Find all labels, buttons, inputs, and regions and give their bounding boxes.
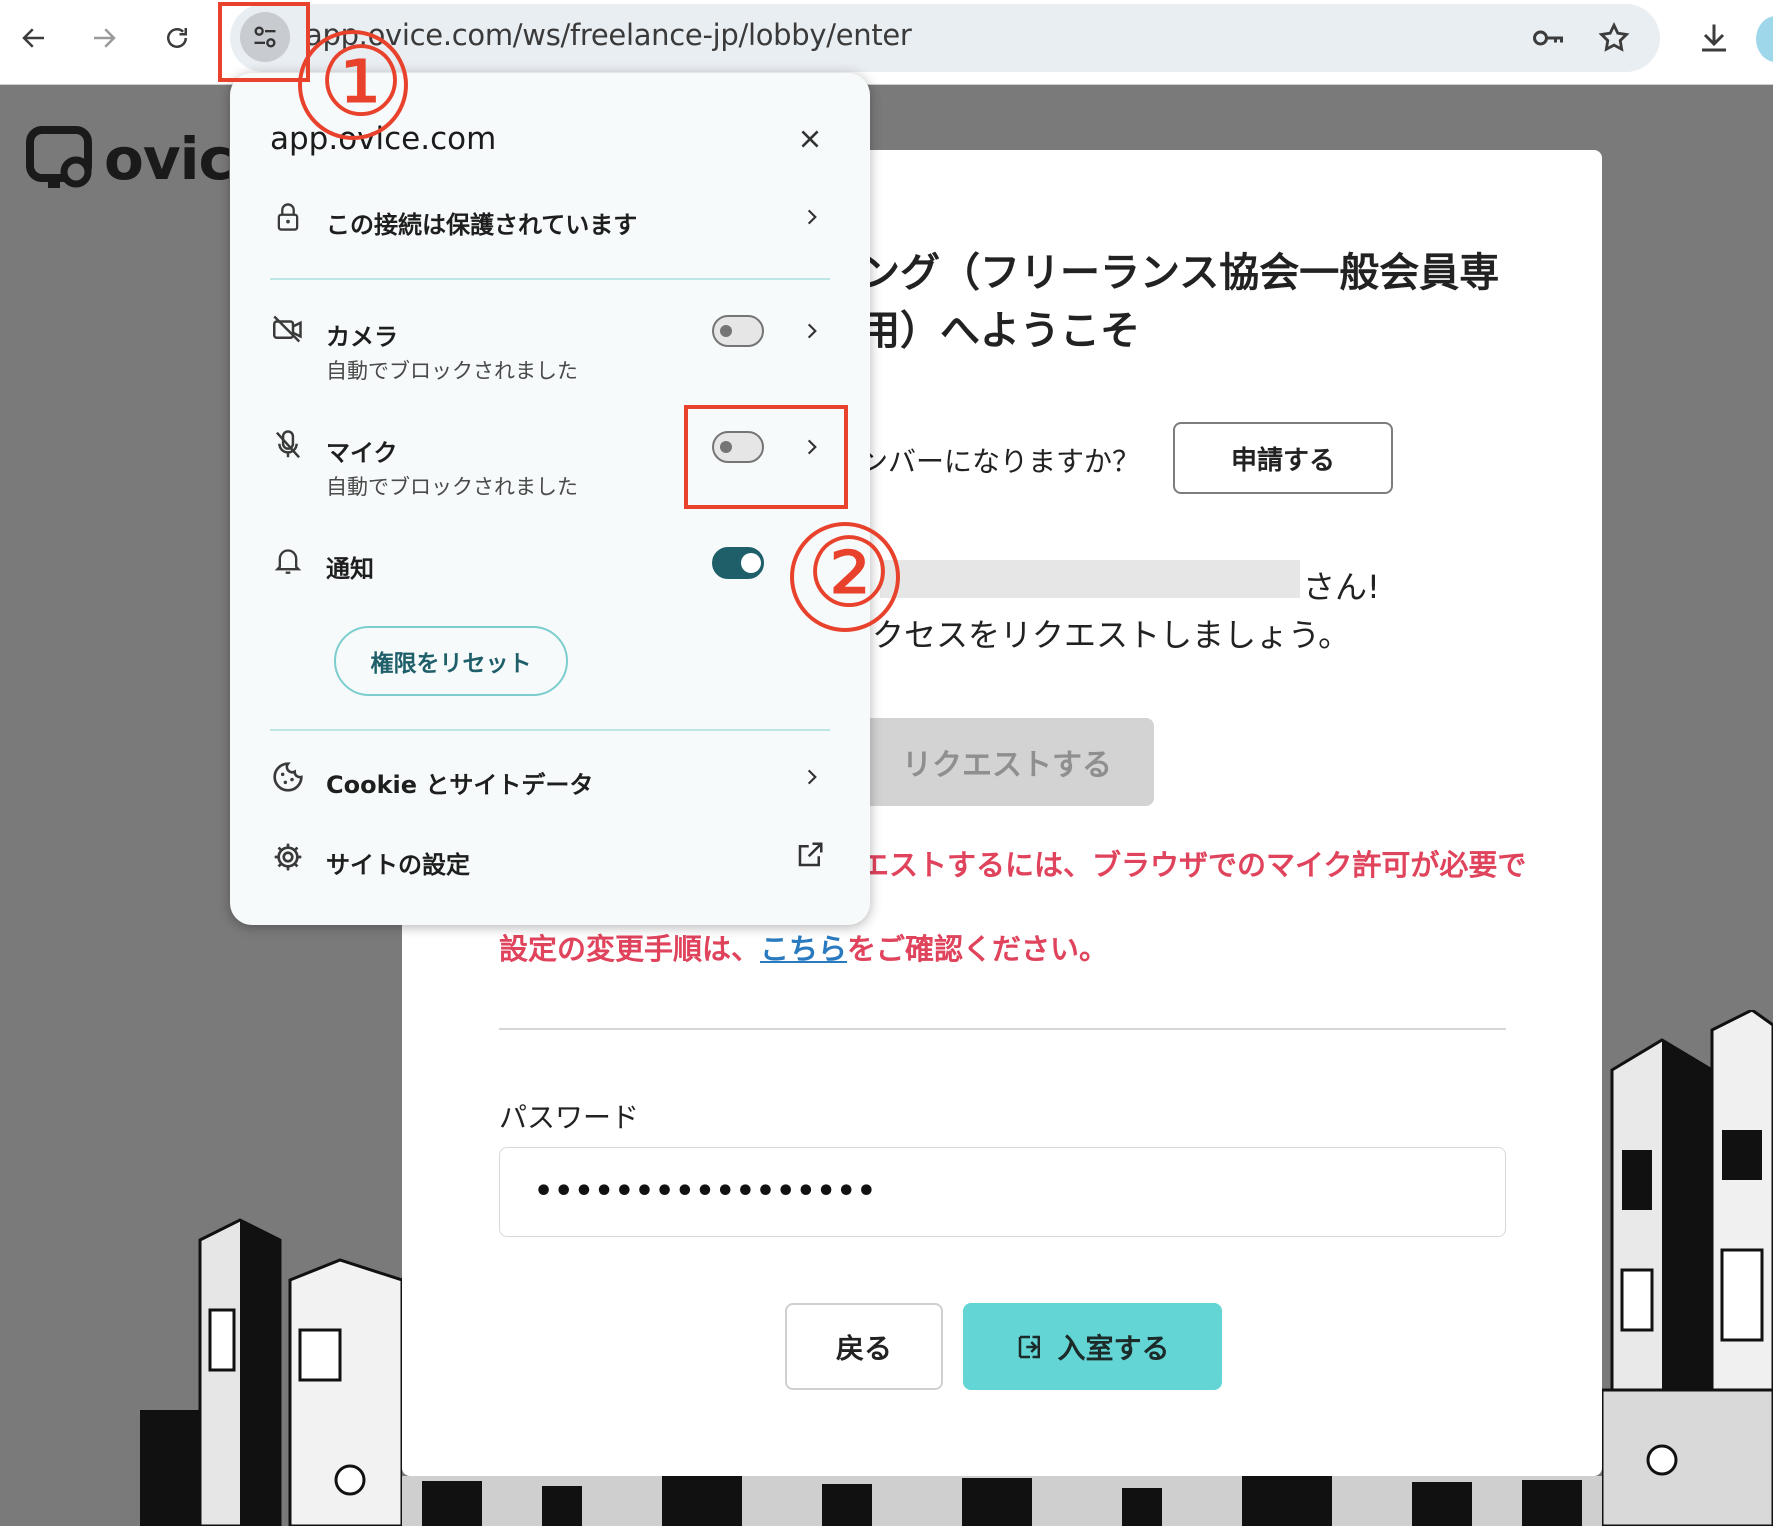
external-link-icon [794,839,826,871]
enter-room-button[interactable]: 入室する [963,1303,1222,1390]
profile-avatar[interactable] [1756,16,1773,62]
member-question: ンバーになりますか？ [860,445,1141,478]
bookmark-star-icon[interactable] [1594,18,1634,58]
annotation-number-1: ① [318,26,405,138]
city-illustration-bottom [402,1476,1602,1526]
help-link[interactable]: こちら [760,932,847,966]
camera-off-icon [270,311,306,347]
settings-help-text: 設定の変更手順は、こちらをご確認ください。 [499,926,1108,968]
lock-icon [270,199,306,235]
close-icon[interactable] [790,119,830,159]
welcome-title: ング（フリーランス協会一般会員専 用）へようこそ [860,244,1499,360]
city-illustration-right [1602,1010,1773,1526]
help-text-suffix: をご確認ください。 [847,932,1109,966]
chevron-right-icon [796,315,828,347]
mic-label: マイク [326,439,398,467]
cookie-icon [270,759,306,795]
chevron-right-icon [796,761,828,793]
reload-icon[interactable] [155,14,199,62]
redacted-name [880,560,1300,598]
help-text-prefix: 設定の変更手順は、 [499,932,761,966]
apply-button[interactable]: 申請する [1173,422,1393,494]
site-settings-label: サイトの設定 [326,851,470,879]
ovice-logo: ovic [26,124,233,194]
annotation-box-1 [218,2,310,82]
annotation-box-2 [684,405,848,509]
mic-permission-error: エストするには、ブラウザでのマイク許可が必要で [860,848,1527,882]
request-button[interactable]: リクエストする [860,718,1154,806]
welcome-line-1: ング（フリーランス協会一般会員専 [860,250,1500,296]
connection-label: この接続は保護されています [326,211,638,239]
enter-room-label: 入室する [1057,1331,1170,1365]
notification-row[interactable]: 通知 [230,537,870,597]
password-label: パスワード [499,1101,640,1134]
forward-arrow-icon[interactable] [82,14,126,62]
welcome-line-2: 用）へようこそ [860,308,1140,354]
mic-status: 自動でブロックされました [326,475,578,499]
back-arrow-icon[interactable] [12,14,56,62]
popup-divider [270,278,830,280]
notification-label: 通知 [326,555,374,583]
popup-divider [270,729,830,731]
mic-off-icon [270,427,306,463]
cookie-label: Cookie とサイトデータ [326,771,594,799]
password-key-icon[interactable] [1528,18,1568,58]
back-button[interactable]: 戻る [785,1303,943,1390]
download-icon[interactable] [1694,18,1734,58]
ovice-logo-icon [26,126,92,188]
connection-row[interactable]: この接続は保護されています [230,193,870,253]
reset-permissions-button[interactable]: 権限をリセット [334,626,568,696]
gear-icon [270,839,306,875]
cookie-row[interactable]: Cookie とサイトデータ [230,753,870,813]
annotation-number-2: ② [806,517,893,629]
camera-status: 自動でブロックされました [326,359,578,383]
site-settings-row[interactable]: サイトの設定 [230,833,870,893]
notification-toggle[interactable] [712,547,764,579]
chevron-right-icon [796,201,828,233]
camera-toggle[interactable] [712,315,764,347]
camera-label: カメラ [326,323,398,351]
city-illustration-left [140,1218,402,1526]
camera-row[interactable]: カメラ 自動でブロックされました [230,305,870,395]
bell-icon [270,543,306,579]
access-request-text: クセスをリクエストしましょう。 [872,616,1351,654]
enter-icon [1019,1335,1041,1358]
divider [499,1028,1506,1030]
password-field[interactable]: ••••••••••••••••• [499,1147,1506,1237]
logo-text: ovic [104,125,233,193]
greeting-suffix: さん! [1303,568,1380,606]
